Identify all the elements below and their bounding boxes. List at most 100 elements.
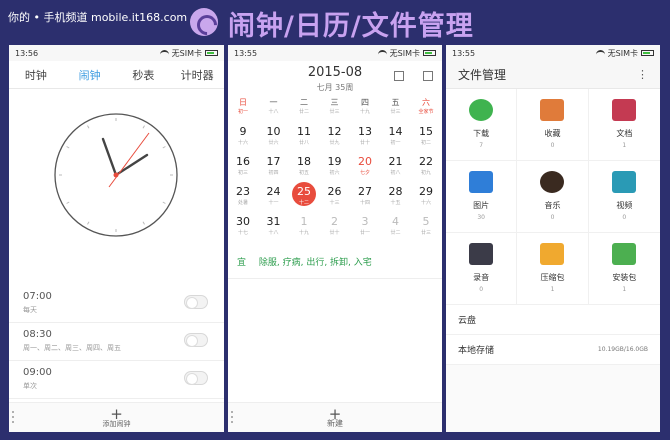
calendar-day[interactable]: 12 廿九: [320, 125, 350, 146]
alarm-toggle[interactable]: [184, 295, 208, 309]
alarm-list: 07:00 每天 08:30 周一、周二、周三、周四、周五 09:00 单次: [9, 285, 224, 399]
tab-stopwatch[interactable]: 秒表: [117, 67, 171, 83]
category-name: 下载: [473, 129, 490, 138]
calendar-day[interactable]: 27 十四: [350, 185, 380, 206]
calendar-day-today[interactable]: 25 十二: [289, 182, 319, 206]
calendar-app-screen: 13:55 无SIM卡 2015-08 七月 35周 日初一一十八二廿二三廿三四…: [228, 45, 442, 432]
lunar-date: 初二: [420, 140, 431, 146]
day-number: 12: [327, 125, 342, 138]
day-number: 19: [327, 155, 342, 168]
calendar-day[interactable]: 31 十八: [259, 215, 289, 236]
status-time: 13:56: [15, 48, 39, 58]
calendar-day[interactable]: 30 十七: [228, 215, 258, 236]
yi-label: 宜: [237, 258, 247, 268]
calendar-day[interactable]: 17 初四: [259, 155, 289, 176]
calendar-day[interactable]: 22 初九: [411, 155, 441, 176]
calendar-day[interactable]: 1 十九: [289, 215, 319, 236]
status-bar: 13:55 无SIM卡: [228, 45, 442, 61]
category-apk[interactable]: 安装包 1: [588, 233, 660, 305]
lunar-date: 十六: [420, 200, 431, 206]
calendar-day[interactable]: 14 初一: [381, 125, 411, 146]
day-number: 25: [297, 185, 311, 198]
calendar-month[interactable]: 2015-08: [228, 65, 442, 80]
calendar-day[interactable]: 15 初二: [411, 125, 441, 146]
agenda-icon[interactable]: [423, 71, 433, 81]
category-music[interactable]: 音乐 0: [517, 161, 589, 233]
analog-clock-face-icon: [54, 113, 178, 237]
tab-clock[interactable]: 时钟: [9, 67, 63, 83]
category-document[interactable]: 文档 1: [588, 89, 660, 161]
category-archive[interactable]: 压缩包 1: [517, 233, 589, 305]
weekday-label: 一: [269, 98, 278, 107]
calendar-view-icon[interactable]: [394, 71, 404, 81]
category-video[interactable]: 视频 0: [588, 161, 660, 233]
lunar-date: 十一: [268, 200, 279, 206]
lunar-label: 十八: [268, 109, 279, 115]
calendar-day[interactable]: 4 廿二: [381, 215, 411, 236]
calendar-day[interactable]: 11 廿八: [289, 125, 319, 146]
calendar-day[interactable]: 23 处暑: [228, 185, 258, 206]
add-alarm-button[interactable]: 添加闹钟: [9, 419, 224, 429]
status-bar: 13:55 无SIM卡: [446, 45, 660, 61]
local-storage-row[interactable]: 本地存储 10.19GB/16.0GB: [446, 335, 660, 365]
calendar-day[interactable]: 26 十三: [320, 185, 350, 206]
calendar-day[interactable]: 19 初六: [320, 155, 350, 176]
lunar-date: 处暑: [237, 200, 248, 206]
day-number: 4: [392, 215, 399, 228]
calendar-day[interactable]: 13 廿十: [350, 125, 380, 146]
alarm-toggle[interactable]: [184, 333, 208, 347]
calendar-day[interactable]: 16 初三: [228, 155, 258, 176]
day-number: 31: [266, 215, 281, 228]
calendar-day[interactable]: 21 初八: [381, 155, 411, 176]
new-event-button[interactable]: 新建: [228, 418, 442, 429]
alarm-toggle[interactable]: [184, 371, 208, 385]
category-download[interactable]: 下载 7: [446, 89, 518, 161]
lunar-date: 初九: [420, 170, 431, 176]
tab-timer[interactable]: 计时器: [170, 67, 224, 83]
category-grid: 下载 7 收藏 0 文档 1 图片 30 音乐 0 视频 0 录音 0 压缩包 1 安装包 1: [446, 89, 660, 305]
calendar-day[interactable]: 29 十六: [411, 185, 441, 206]
analog-clock: [9, 89, 224, 274]
lunar-date: 廿十: [329, 230, 340, 236]
cloud-drive-row[interactable]: 云盘: [446, 305, 660, 335]
wifi-icon: [159, 50, 169, 56]
category-picture[interactable]: 图片 30: [446, 161, 518, 233]
clock-app-screen: 13:56 无SIM卡 时钟 闹钟 秒表 计时器 07:00 每天 08:30 …: [9, 45, 224, 432]
alarm-row[interactable]: 07:00 每天: [9, 285, 224, 323]
weekday-label: 六: [422, 98, 430, 107]
lunar-label: 廿三: [390, 109, 401, 115]
calendar-day[interactable]: 3 廿一: [350, 215, 380, 236]
document-icon: [612, 99, 637, 121]
day-number: 27: [358, 185, 372, 198]
category-count: 30: [477, 214, 485, 221]
calendar-day[interactable]: 10 廿六: [259, 125, 289, 146]
day-number: 26: [327, 185, 342, 198]
tab-alarm[interactable]: 闹钟: [63, 67, 117, 83]
category-favorite[interactable]: 收藏 0: [517, 89, 589, 161]
category-name: 文档: [616, 129, 633, 138]
more-icon[interactable]: ⋮: [637, 68, 648, 81]
calendar-day[interactable]: 20 七夕: [350, 155, 380, 176]
day-number: 30: [236, 215, 250, 228]
lunar-date: 十三: [329, 200, 340, 206]
category-name: 压缩包: [540, 273, 565, 282]
day-number: 13: [358, 125, 372, 138]
calendar-day[interactable]: 2 廿十: [320, 215, 350, 236]
calendar-day[interactable]: 18 初五: [289, 155, 319, 176]
calendar-day[interactable]: 5 廿三: [411, 215, 441, 236]
alarm-row[interactable]: 09:00 单次: [9, 361, 224, 399]
lunar-date: 十二: [298, 200, 309, 206]
alarm-row[interactable]: 08:30 周一、周二、周三、周四、周五: [9, 323, 224, 361]
lunar-date: 廿十: [359, 140, 370, 146]
calendar-day[interactable]: 24 十一: [259, 185, 289, 206]
lunar-date: 十八: [268, 230, 279, 236]
status-bar: 13:56 无SIM卡: [9, 45, 224, 61]
file-manager-header: 文件管理 ⋮: [446, 61, 660, 89]
wifi-icon: [377, 50, 387, 56]
category-recording[interactable]: 录音 0: [446, 233, 518, 305]
calendar-day[interactable]: 9 十六: [228, 125, 258, 146]
calendar-day[interactable]: 28 十五: [381, 185, 411, 206]
watermark: 你的 • 手机频道 mobile.it168.com: [8, 11, 188, 24]
day-number: 22: [419, 155, 433, 168]
download-icon: [469, 99, 494, 121]
